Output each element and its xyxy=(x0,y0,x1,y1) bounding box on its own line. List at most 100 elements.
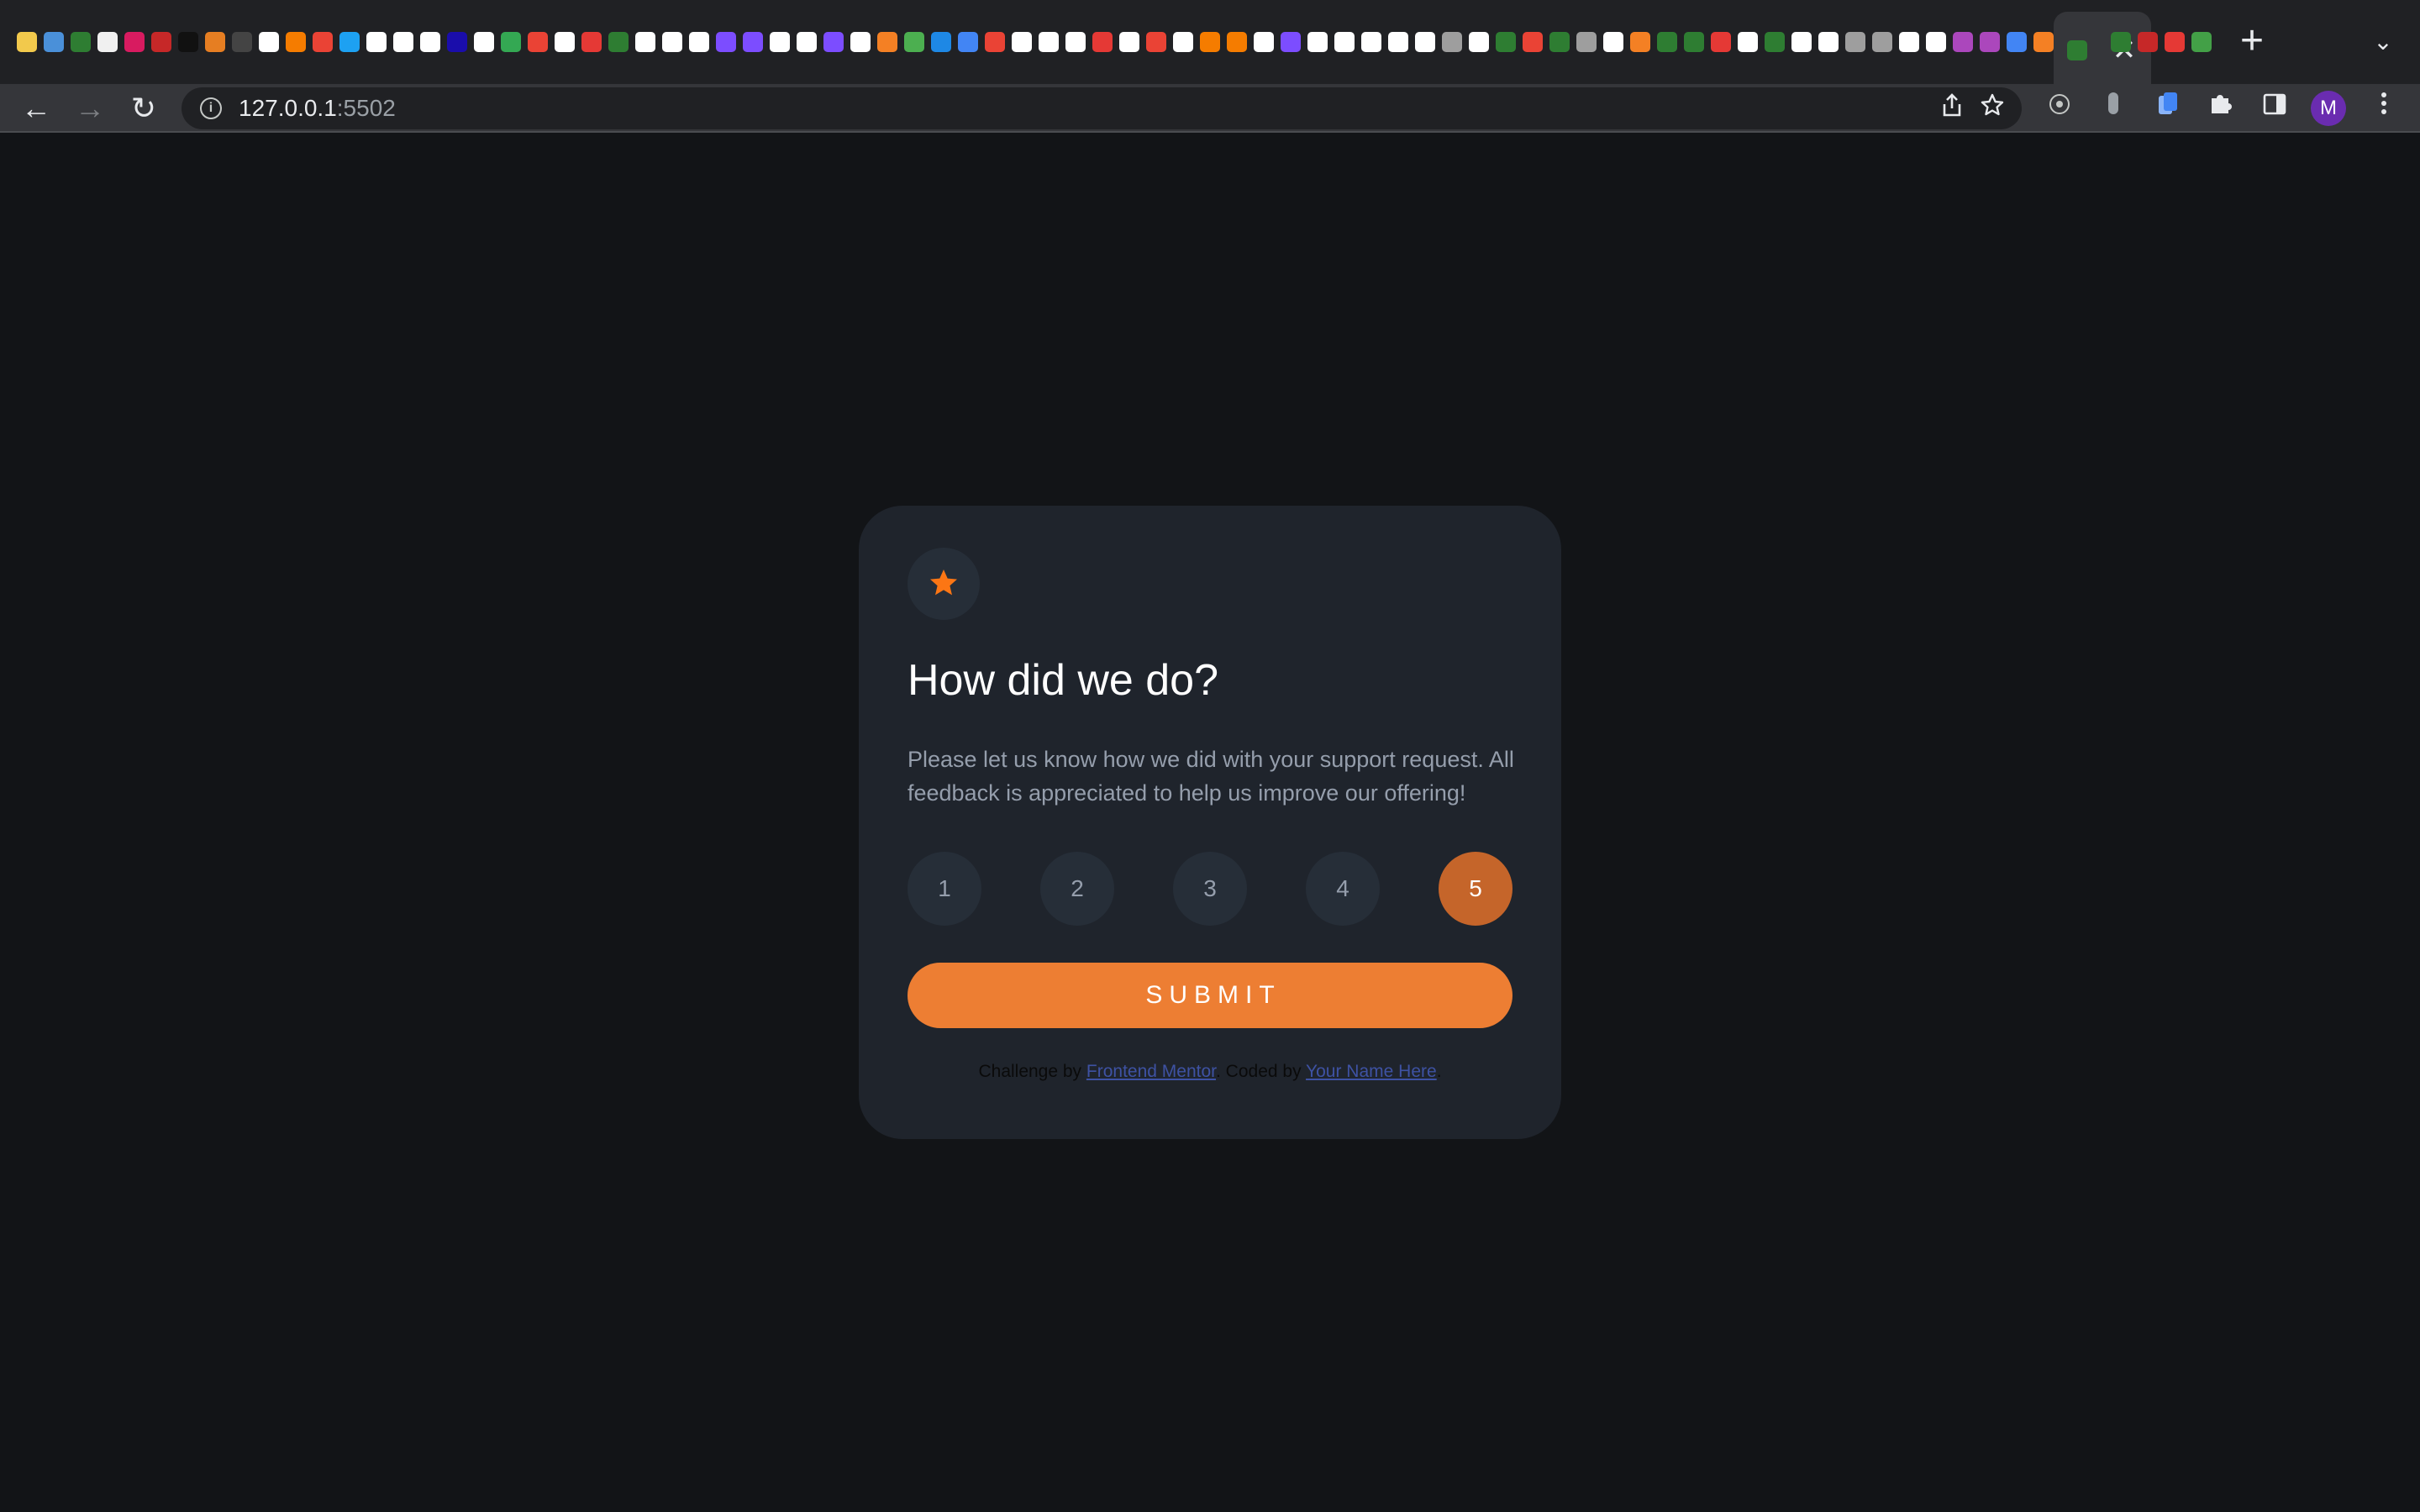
tab-favicon-icon[interactable] xyxy=(1012,32,1032,52)
tab-favicon-icon[interactable] xyxy=(259,32,279,52)
tab-favicon-icon[interactable] xyxy=(1254,32,1274,52)
tab-favicon-icon[interactable] xyxy=(151,32,171,52)
tab-favicon-icon[interactable] xyxy=(1738,32,1758,52)
extension-copy-icon[interactable] xyxy=(2149,91,2185,126)
tab-favicon-icon[interactable] xyxy=(1630,32,1650,52)
tab-favicon-icon[interactable] xyxy=(286,32,306,52)
back-button[interactable]: ← xyxy=(17,89,55,128)
rating-button-2[interactable]: 2 xyxy=(1040,852,1114,926)
tab-favicon-icon[interactable] xyxy=(1442,32,1462,52)
tab-favicon-icon[interactable] xyxy=(1469,32,1489,52)
tab-favicon-icon[interactable] xyxy=(1415,32,1435,52)
background-tabs[interactable] xyxy=(17,25,2202,59)
rating-button-1[interactable]: 1 xyxy=(908,852,981,926)
tab-favicon-icon[interactable] xyxy=(1603,32,1623,52)
forward-button[interactable]: → xyxy=(71,89,109,128)
tab-favicon-icon[interactable] xyxy=(501,32,521,52)
tab-favicon-icon[interactable] xyxy=(1039,32,1059,52)
extension-react-icon[interactable] xyxy=(2042,91,2077,126)
extensions-puzzle-icon[interactable] xyxy=(2203,91,2238,126)
tab-favicon-icon[interactable] xyxy=(2007,32,2027,52)
tab-favicon-icon[interactable] xyxy=(1926,32,1946,52)
tab-favicon-icon[interactable] xyxy=(393,32,413,52)
tab-favicon-icon[interactable] xyxy=(447,32,467,52)
tab-favicon-icon[interactable] xyxy=(232,32,252,52)
tab-favicon-icon[interactable] xyxy=(1549,32,1570,52)
tab-favicon-icon[interactable] xyxy=(178,32,198,52)
rating-button-5[interactable]: 5 xyxy=(1439,852,1512,926)
tab-favicon-icon[interactable] xyxy=(1765,32,1785,52)
tab-favicon-icon[interactable] xyxy=(1173,32,1193,52)
tab-favicon-icon[interactable] xyxy=(2191,32,2212,52)
tab-favicon-icon[interactable] xyxy=(71,32,91,52)
tab-favicon-icon[interactable] xyxy=(797,32,817,52)
tab-favicon-icon[interactable] xyxy=(1980,32,2000,52)
tab-favicon-icon[interactable] xyxy=(689,32,709,52)
frontend-mentor-link[interactable]: Frontend Mentor xyxy=(1086,1062,1216,1081)
tab-favicon-icon[interactable] xyxy=(205,32,225,52)
tab-favicon-icon[interactable] xyxy=(2033,32,2054,52)
tab-favicon-icon[interactable] xyxy=(931,32,951,52)
tab-favicon-icon[interactable] xyxy=(1496,32,1516,52)
tab-favicon-icon[interactable] xyxy=(1307,32,1328,52)
tab-favicon-icon[interactable] xyxy=(44,32,64,52)
rating-button-4[interactable]: 4 xyxy=(1306,852,1380,926)
tab-favicon-icon[interactable] xyxy=(1576,32,1597,52)
new-tab-button[interactable]: + xyxy=(2232,21,2272,62)
tab-search-chevron-icon[interactable]: ⌄ xyxy=(2366,25,2400,59)
tab-favicon-icon[interactable] xyxy=(716,32,736,52)
tab-favicon-icon[interactable] xyxy=(17,32,37,52)
address-bar[interactable]: i 127.0.0.1:5502 xyxy=(182,87,2022,129)
tab-favicon-icon[interactable] xyxy=(850,32,871,52)
tab-favicon-icon[interactable] xyxy=(662,32,682,52)
tab-favicon-icon[interactable] xyxy=(1899,32,1919,52)
reload-button[interactable]: ↻ xyxy=(124,89,163,128)
tab-favicon-icon[interactable] xyxy=(1711,32,1731,52)
tab-favicon-icon[interactable] xyxy=(904,32,924,52)
tab-favicon-icon[interactable] xyxy=(958,32,978,52)
tab-favicon-icon[interactable] xyxy=(1388,32,1408,52)
tab-favicon-icon[interactable] xyxy=(985,32,1005,52)
tab-favicon-icon[interactable] xyxy=(1953,32,1973,52)
rating-button-3[interactable]: 3 xyxy=(1173,852,1247,926)
extra-tabs[interactable] xyxy=(2111,32,2212,52)
tab-favicon-icon[interactable] xyxy=(1845,32,1865,52)
share-icon[interactable] xyxy=(1936,92,1968,124)
tab-favicon-icon[interactable] xyxy=(823,32,844,52)
tab-favicon-icon[interactable] xyxy=(1092,32,1113,52)
submit-button[interactable]: SUBMIT xyxy=(908,963,1512,1028)
tab-favicon-icon[interactable] xyxy=(635,32,655,52)
tab-favicon-icon[interactable] xyxy=(1361,32,1381,52)
tab-favicon-icon[interactable] xyxy=(528,32,548,52)
tab-favicon-icon[interactable] xyxy=(1200,32,1220,52)
tab-favicon-icon[interactable] xyxy=(743,32,763,52)
tab-favicon-icon[interactable] xyxy=(2165,32,2185,52)
tab-favicon-icon[interactable] xyxy=(581,32,602,52)
tab-favicon-icon[interactable] xyxy=(97,32,118,52)
tab-favicon-icon[interactable] xyxy=(555,32,575,52)
browser-menu-icon[interactable] xyxy=(2366,91,2402,126)
tab-favicon-icon[interactable] xyxy=(313,32,333,52)
extension-mic-icon[interactable] xyxy=(2096,91,2131,126)
site-info-icon[interactable]: i xyxy=(200,97,222,119)
author-link[interactable]: Your Name Here xyxy=(1306,1062,1437,1081)
side-panel-icon[interactable] xyxy=(2257,91,2292,126)
tab-favicon-icon[interactable] xyxy=(608,32,629,52)
tab-favicon-icon[interactable] xyxy=(877,32,897,52)
tab-favicon-icon[interactable] xyxy=(420,32,440,52)
profile-avatar[interactable]: M xyxy=(2311,91,2346,126)
tab-favicon-icon[interactable] xyxy=(124,32,145,52)
tab-favicon-icon[interactable] xyxy=(1227,32,1247,52)
tab-favicon-icon[interactable] xyxy=(1281,32,1301,52)
tab-favicon-icon[interactable] xyxy=(770,32,790,52)
tab-favicon-icon[interactable] xyxy=(366,32,387,52)
tab-favicon-icon[interactable] xyxy=(2138,32,2158,52)
tab-favicon-icon[interactable] xyxy=(1065,32,1086,52)
tab-favicon-icon[interactable] xyxy=(1791,32,1812,52)
tab-favicon-icon[interactable] xyxy=(1146,32,1166,52)
bookmark-star-icon[interactable] xyxy=(1976,92,2008,124)
tab-favicon-icon[interactable] xyxy=(1334,32,1355,52)
tab-favicon-icon[interactable] xyxy=(1684,32,1704,52)
tab-favicon-icon[interactable] xyxy=(1119,32,1139,52)
tab-favicon-icon[interactable] xyxy=(1657,32,1677,52)
